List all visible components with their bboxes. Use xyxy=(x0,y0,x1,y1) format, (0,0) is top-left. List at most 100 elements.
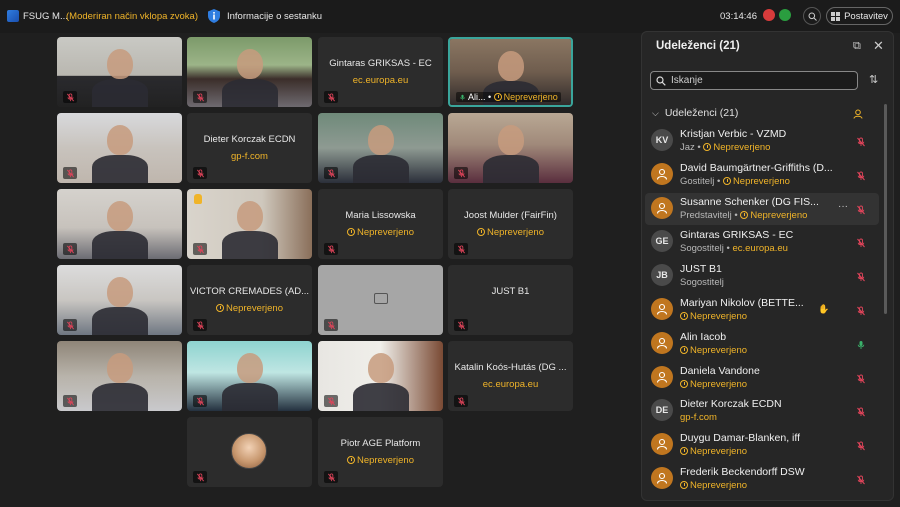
mic-muted-icon[interactable] xyxy=(856,371,866,383)
shield-info-icon[interactable] xyxy=(208,9,220,23)
video-tile[interactable]: JUST B1 xyxy=(448,265,573,335)
top-bar: FSUG M... (Moderiran način vklopa zvoka)… xyxy=(0,0,900,33)
participant-silhouette xyxy=(236,201,263,231)
mic-muted-icon[interactable] xyxy=(856,303,866,316)
participant-meta: Nepreverjeno xyxy=(680,379,747,390)
video-tile[interactable] xyxy=(318,113,443,183)
participant-role: Sogostitelj xyxy=(680,243,724,255)
video-tile[interactable]: Ali... • Nepreverjeno xyxy=(448,37,573,107)
mic-muted-icon xyxy=(324,471,338,483)
connection-status-icon[interactable] xyxy=(779,9,791,21)
participant-name: David Baumgärtner-Griffiths (D... xyxy=(680,161,833,174)
mic-muted-icon[interactable] xyxy=(856,202,866,214)
participant-row[interactable]: Susanne Schenker (DG FIS... Predstavitelj… xyxy=(645,192,879,225)
panel-title: Udeleženci (21) xyxy=(656,40,740,52)
video-tile[interactable]: Katalin Koós-Hutás (DG ... ec.europa.eu xyxy=(448,341,573,411)
mic-active-icon[interactable] xyxy=(856,337,866,349)
mic-muted-icon xyxy=(63,91,77,103)
mic-muted-icon[interactable] xyxy=(856,404,866,417)
participant-row[interactable]: Frederik Beckendorff DSW Nepreverjeno xyxy=(645,463,879,495)
participant-row[interactable]: KV Kristjan Verbic - VZMD Jaz • Nepreverje… xyxy=(645,125,879,157)
host-role-icon[interactable] xyxy=(853,109,863,119)
mic-muted-icon xyxy=(63,167,77,179)
participant-meta: Nepreverjeno xyxy=(680,345,747,356)
mic-muted-icon[interactable] xyxy=(856,168,866,181)
participant-tag-text: Nepreverjeno xyxy=(690,344,748,356)
close-icon[interactable]: ✕ xyxy=(873,38,884,54)
video-tile[interactable] xyxy=(318,265,443,335)
video-tile[interactable]: Joost Mulder (FairFin) Nepreverjeno xyxy=(448,189,573,259)
participant-shoulders xyxy=(482,155,539,183)
mic-muted-icon[interactable] xyxy=(856,269,866,282)
participant-row[interactable]: Mariyan Nikolov (BETTE... Nepreverjeno ✋ xyxy=(645,294,879,326)
participant-row[interactable]: Daniela Vandone Nepreverjeno xyxy=(645,362,879,394)
grid-layout-icon xyxy=(831,11,841,21)
video-tile[interactable] xyxy=(448,113,573,183)
popout-icon[interactable]: ⧉ xyxy=(853,40,861,53)
participant-shoulders xyxy=(91,231,148,259)
participant-role: Jaz xyxy=(680,142,695,153)
video-tile[interactable] xyxy=(57,37,182,107)
mic-muted-icon xyxy=(454,395,468,407)
video-tile[interactable]: Piotr AGE Platform Nepreverjeno xyxy=(318,417,443,487)
video-tile[interactable]: Dieter Korczak ECDN gp-f.com xyxy=(187,113,312,183)
participant-tag: Nepreverjeno xyxy=(722,175,790,187)
participant-name: Susanne Schenker (DG FIS... xyxy=(680,195,819,208)
participant-shoulders xyxy=(221,79,278,107)
mic-muted-icon[interactable] xyxy=(856,438,866,451)
unverified-icon xyxy=(740,210,749,219)
participant-row[interactable]: JB JUST B1 Sogostitelj xyxy=(645,260,879,292)
tile-status-text: ec.europa.eu xyxy=(482,379,539,390)
participant-shoulders xyxy=(352,383,409,411)
participant-photo xyxy=(231,433,267,469)
participant-list-scrollbar[interactable] xyxy=(884,104,887,314)
video-tile[interactable] xyxy=(187,417,312,487)
tile-participant-name: Maria Lissowska xyxy=(345,210,416,221)
participant-role: Predstavitelj xyxy=(680,209,732,221)
participant-row[interactable]: Alin Iacob Nepreverjeno xyxy=(645,328,879,360)
video-tile[interactable] xyxy=(318,341,443,411)
video-tile[interactable]: Gintaras GRIKSAS - EC ec.europa.eu xyxy=(318,37,443,107)
video-tile[interactable]: Maria Lissowska Nepreverjeno xyxy=(318,189,443,259)
participants-section-header[interactable]: ⌵ Udeleženci (21) xyxy=(652,107,738,119)
meeting-title[interactable]: FSUG M... xyxy=(23,11,68,22)
section-label: Udeleženci (21) xyxy=(664,107,739,119)
tile-participant-status: gp-f.com xyxy=(187,151,312,162)
participant-tag: Nepreverjeno xyxy=(680,446,747,457)
video-tile[interactable]: VICTOR CREMADES (AD... Nepreverjeno xyxy=(187,265,312,335)
participant-tag: Nepreverjeno xyxy=(680,379,747,390)
video-tile[interactable] xyxy=(57,113,182,183)
mic-muted-icon[interactable] xyxy=(856,472,866,485)
participant-row[interactable]: Duygu Damar-Blanken, iff Nepreverjeno xyxy=(645,429,879,461)
participant-row[interactable]: GE Gintaras GRIKSAS - EC Sogostitelj • ec.… xyxy=(645,226,879,258)
raised-hand-icon xyxy=(194,194,202,204)
mic-muted-icon[interactable] xyxy=(856,134,866,147)
video-tile[interactable] xyxy=(187,341,312,411)
search-icon xyxy=(656,75,666,86)
participant-search[interactable] xyxy=(650,71,858,90)
video-tile[interactable] xyxy=(57,341,182,411)
meeting-info-link[interactable]: Informacije o sestanku xyxy=(227,11,322,22)
more-options-icon[interactable]: ··· xyxy=(838,201,848,212)
participant-tag-text: Nepreverjeno xyxy=(732,175,790,187)
sort-icon[interactable]: ⇅ xyxy=(869,73,878,86)
video-tile[interactable] xyxy=(57,265,182,335)
separator: • xyxy=(485,92,494,102)
participant-shoulders xyxy=(91,307,148,335)
search-input[interactable] xyxy=(671,75,851,86)
recording-icon[interactable] xyxy=(763,9,775,21)
participant-row[interactable]: DE Dieter Korczak ECDN gp-f.com xyxy=(645,395,879,427)
video-tile[interactable] xyxy=(57,189,182,259)
video-tile[interactable] xyxy=(187,37,312,107)
participant-tag-text: Nepreverjeno xyxy=(690,446,748,458)
zoom-button[interactable] xyxy=(803,7,821,25)
person-icon xyxy=(651,196,673,219)
room-device-icon xyxy=(374,293,388,304)
participant-tag: Nepreverjeno xyxy=(680,480,747,491)
video-tile[interactable] xyxy=(187,189,312,259)
participant-tag-text: gp-f.com xyxy=(680,412,717,424)
participant-tag-text: Nepreverjeno xyxy=(690,311,748,322)
participant-row[interactable]: David Baumgärtner-Griffiths (D... Gostite… xyxy=(645,159,879,191)
mic-muted-icon[interactable] xyxy=(856,235,866,248)
layout-button[interactable]: Postavitev xyxy=(826,7,893,25)
